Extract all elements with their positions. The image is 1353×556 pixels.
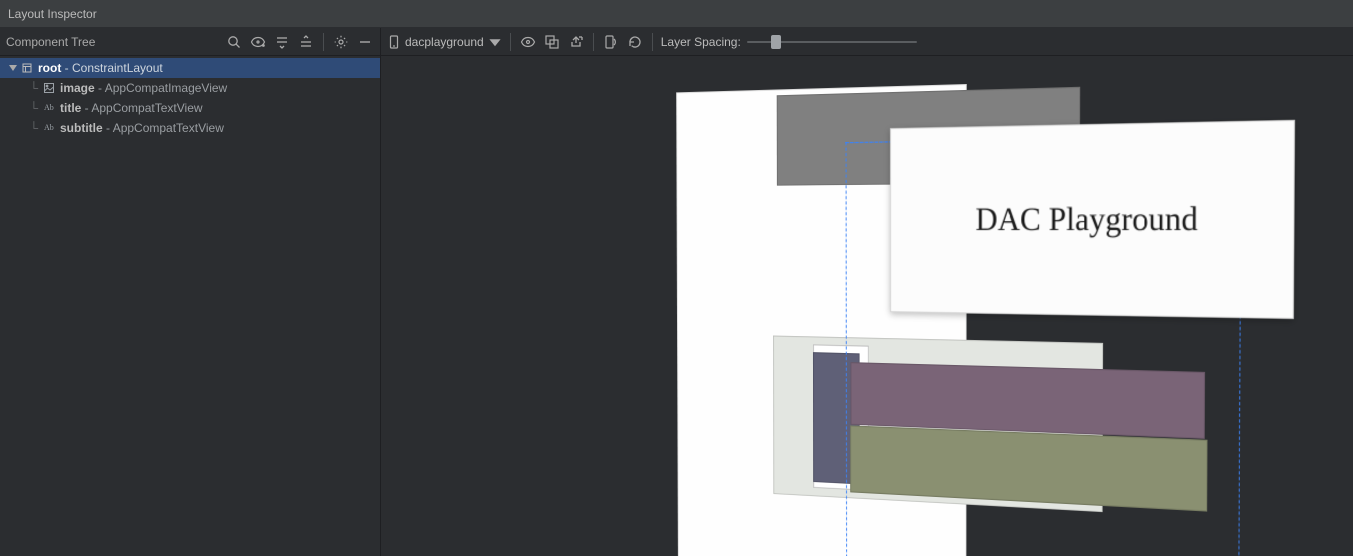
process-selector[interactable]: dacplayground [387,35,502,49]
tree-guide: └ [24,81,40,95]
gear-icon[interactable] [332,33,350,51]
eye-icon[interactable] [519,33,537,51]
title-text: DAC Playground [975,200,1197,239]
slider-thumb[interactable] [771,35,781,49]
eye-icon[interactable] [249,33,267,51]
tree-node-subtitle[interactable]: └ Ab subtitle - AppCompatTextView [0,118,380,138]
search-icon[interactable] [225,33,243,51]
component-tree-header: Component Tree [0,28,380,56]
layer-title-text[interactable]: DAC Playground [890,120,1295,319]
tree-node-label: title - AppCompatTextView [60,101,203,115]
separator [652,33,653,51]
chevron-down-icon[interactable] [8,63,18,73]
tree-node-title[interactable]: └ Ab title - AppCompatTextView [0,98,380,118]
expand-all-icon[interactable] [273,33,291,51]
minimize-icon[interactable] [356,33,374,51]
separator [323,33,324,51]
layer-spacing-slider[interactable] [747,34,917,50]
image-icon [44,83,54,93]
layout-canvas[interactable]: DAC Playground [381,56,1353,556]
tree-node-label: image - AppCompatImageView [60,81,227,95]
main-panel: dacplayground [380,28,1353,556]
layer-spacing-control: Layer Spacing: [661,34,917,50]
layer-spacing-label: Layer Spacing: [661,35,741,49]
tree-guide: └ [24,101,40,115]
separator [510,33,511,51]
text-icon: Ab [44,123,54,133]
process-name: dacplayground [405,35,484,49]
tree-node-root[interactable]: root - ConstraintLayout [0,58,380,78]
title-bar: Layout Inspector [0,0,1353,28]
tree-node-label: subtitle - AppCompatTextView [60,121,224,135]
layout-icon [22,63,32,73]
tree-node-label: root - ConstraintLayout [38,61,163,75]
device-icon [387,35,401,49]
tree-guide: └ [24,121,40,135]
refresh-icon[interactable] [626,33,644,51]
component-tree-title: Component Tree [6,35,95,49]
window-title: Layout Inspector [8,7,97,21]
export-icon[interactable] [567,33,585,51]
collapse-all-icon[interactable] [297,33,315,51]
live-updates-icon[interactable] [602,33,620,51]
separator [593,33,594,51]
scene-3d: DAC Playground [470,56,1352,556]
text-icon: Ab [44,103,54,113]
layout-inspector-window: Layout Inspector Component Tree [0,0,1353,556]
component-tree[interactable]: root - ConstraintLayout └ image - AppCom… [0,56,380,138]
chevron-down-icon [488,35,502,49]
inspector-toolbar: dacplayground [381,28,1353,56]
component-tree-toolbar [225,33,374,51]
component-tree-panel: Component Tree [0,28,380,556]
content-area: Component Tree [0,28,1353,556]
tree-node-image[interactable]: └ image - AppCompatImageView [0,78,380,98]
overlay-icon[interactable] [543,33,561,51]
